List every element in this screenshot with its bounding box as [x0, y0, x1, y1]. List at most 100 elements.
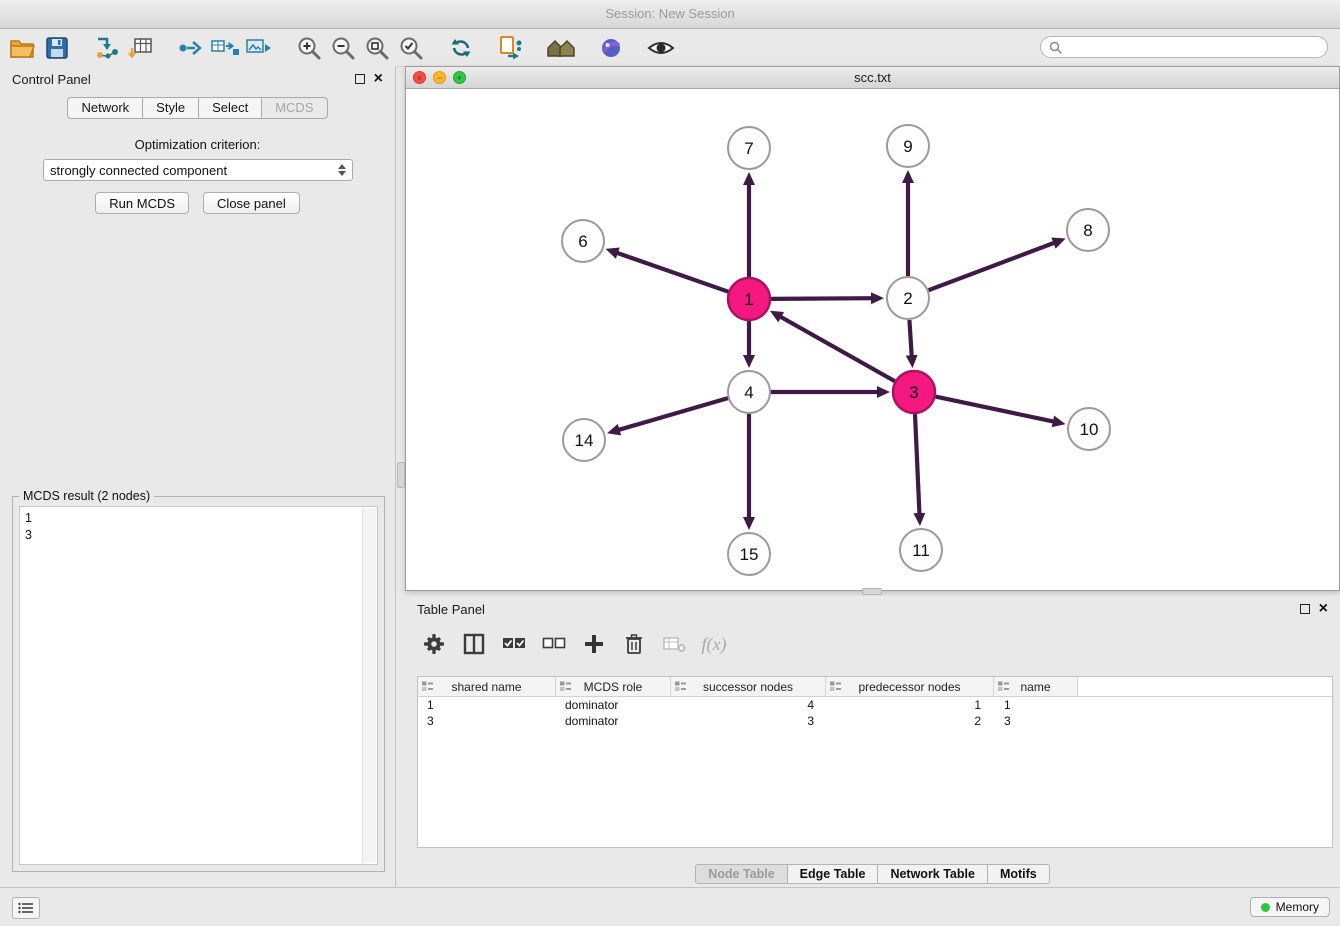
save-session-button[interactable] [40, 33, 74, 63]
graph-node-8[interactable]: 8 [1067, 209, 1109, 251]
function-builder-button: f(x) [701, 631, 727, 657]
deselect-all-rows-button[interactable] [541, 631, 567, 657]
edge-2-3[interactable] [909, 320, 911, 357]
tab-style[interactable]: Style [143, 97, 199, 119]
dropdown-stepper-icon [338, 164, 346, 176]
svg-text:9: 9 [903, 137, 912, 156]
tab-node-table[interactable]: Node Table [695, 864, 787, 884]
mcds-result-title: MCDS result (2 nodes) [19, 489, 154, 503]
zoom-window-icon[interactable]: + [453, 71, 466, 84]
memory-button[interactable]: Memory [1250, 897, 1330, 917]
zoom-out-button[interactable] [326, 33, 360, 63]
mcds-result-area[interactable]: 1 3 [19, 506, 378, 865]
graph-node-1[interactable]: 1 [728, 278, 770, 320]
refresh-view-button[interactable] [444, 33, 478, 63]
graph-node-14[interactable]: 14 [563, 419, 605, 461]
snapshot-document-icon [498, 35, 524, 61]
table-panel-header: Table Panel × [405, 596, 1340, 622]
close-panel-button[interactable]: Close panel [203, 192, 300, 214]
close-window-icon[interactable]: × [413, 71, 426, 84]
optimization-dropdown[interactable]: strongly connected component [43, 159, 353, 181]
svg-text:1: 1 [744, 290, 753, 309]
graph-node-6[interactable]: 6 [562, 220, 604, 262]
horizontal-splitter-handle[interactable] [862, 588, 882, 595]
network-overview-button[interactable] [544, 33, 578, 63]
result-scrollbar[interactable] [362, 508, 376, 863]
graph-node-2[interactable]: 2 [887, 277, 929, 319]
graph-node-3[interactable]: 3 [893, 371, 935, 413]
search-icon [1049, 41, 1062, 54]
export-image-button[interactable] [242, 33, 276, 63]
graph-node-11[interactable]: 11 [900, 529, 942, 571]
zoom-in-button[interactable] [292, 33, 326, 63]
column-header-predecessor-nodes[interactable]: predecessor nodes [826, 677, 994, 696]
select-all-rows-button[interactable] [501, 631, 527, 657]
import-table-button[interactable] [124, 33, 158, 63]
column-header-name[interactable]: name [994, 677, 1078, 696]
svg-text:7: 7 [744, 139, 753, 158]
edge-1-2[interactable] [771, 298, 873, 299]
table-settings-button[interactable] [421, 631, 447, 657]
mcds-buttons: Run MCDS Close panel [0, 192, 395, 214]
edge-1-6[interactable] [616, 253, 728, 292]
graph-node-4[interactable]: 4 [728, 371, 770, 413]
close-table-panel-icon[interactable]: × [1319, 601, 1328, 617]
search-input[interactable] [1067, 39, 1319, 55]
show-columns-button[interactable] [461, 631, 487, 657]
first-neighbors-button[interactable] [174, 33, 208, 63]
open-session-button[interactable] [6, 33, 40, 63]
delete-table-button [661, 631, 687, 657]
fx-icon: f(x) [702, 634, 727, 655]
import-network-button[interactable] [90, 33, 124, 63]
export-snapshot-button[interactable] [494, 33, 528, 63]
tab-select[interactable]: Select [199, 97, 262, 119]
column-header-shared-name[interactable]: shared name [418, 677, 556, 696]
window-titlebar[interactable]: Session: New Session [0, 0, 1340, 29]
refresh-icon [448, 35, 474, 61]
network-window-titlebar[interactable]: × − + scc.txt [406, 67, 1339, 89]
tab-motifs[interactable]: Motifs [988, 864, 1050, 884]
network-canvas[interactable]: 7 9 6 8 1 2 4 3 14 10 15 11 [406, 89, 1339, 590]
tab-edge-table[interactable]: Edge Table [788, 864, 879, 884]
network-window-title: scc.txt [406, 70, 1339, 85]
graph-node-10[interactable]: 10 [1068, 408, 1110, 450]
graph-node-9[interactable]: 9 [887, 125, 929, 167]
table-cell: 4 [671, 698, 826, 712]
plus-icon [583, 633, 605, 655]
run-mcds-button[interactable]: Run MCDS [95, 192, 189, 214]
show-hide-button[interactable] [644, 33, 678, 63]
table-row[interactable]: 1dominator411 [418, 697, 1332, 713]
new-network-from-selection-button[interactable] [208, 33, 242, 63]
tab-network[interactable]: Network [67, 97, 143, 119]
edge-3-11[interactable] [915, 414, 920, 515]
style-painter-button[interactable] [594, 33, 628, 63]
zoom-selected-button[interactable] [394, 33, 428, 63]
table-cell: 3 [994, 714, 1078, 728]
graph-node-15[interactable]: 15 [728, 533, 770, 575]
tab-network-table[interactable]: Network Table [878, 864, 988, 884]
float-table-panel-icon[interactable] [1300, 604, 1310, 614]
graph-node-7[interactable]: 7 [728, 127, 770, 169]
delete-column-button[interactable] [621, 631, 647, 657]
edge-2-8[interactable] [929, 242, 1056, 290]
edge-3-10[interactable] [936, 397, 1055, 422]
close-panel-icon[interactable]: × [374, 71, 383, 87]
column-header-successor-nodes[interactable]: successor nodes [671, 677, 826, 696]
minimize-window-icon[interactable]: − [433, 71, 446, 84]
edge-3-1[interactable] [780, 316, 895, 381]
column-header-MCDS-role[interactable]: MCDS role [556, 677, 671, 696]
gear-icon [423, 633, 445, 655]
table-row[interactable]: 3dominator323 [418, 713, 1332, 729]
splitter-handle[interactable] [397, 462, 405, 488]
edge-4-14[interactable] [618, 398, 728, 430]
tab-mcds[interactable]: MCDS [262, 97, 327, 119]
zoom-fit-button[interactable] [360, 33, 394, 63]
network-window: × − + scc.txt 7 9 6 8 1 2 4 3 14 10 15 11 [405, 66, 1340, 591]
eye-icon [647, 37, 675, 59]
create-column-button[interactable] [581, 631, 607, 657]
table-cell: dominator [556, 714, 671, 728]
svg-text:10: 10 [1080, 420, 1099, 439]
svg-text:6: 6 [578, 232, 587, 251]
float-panel-icon[interactable] [355, 74, 365, 84]
task-history-button[interactable] [12, 897, 40, 919]
